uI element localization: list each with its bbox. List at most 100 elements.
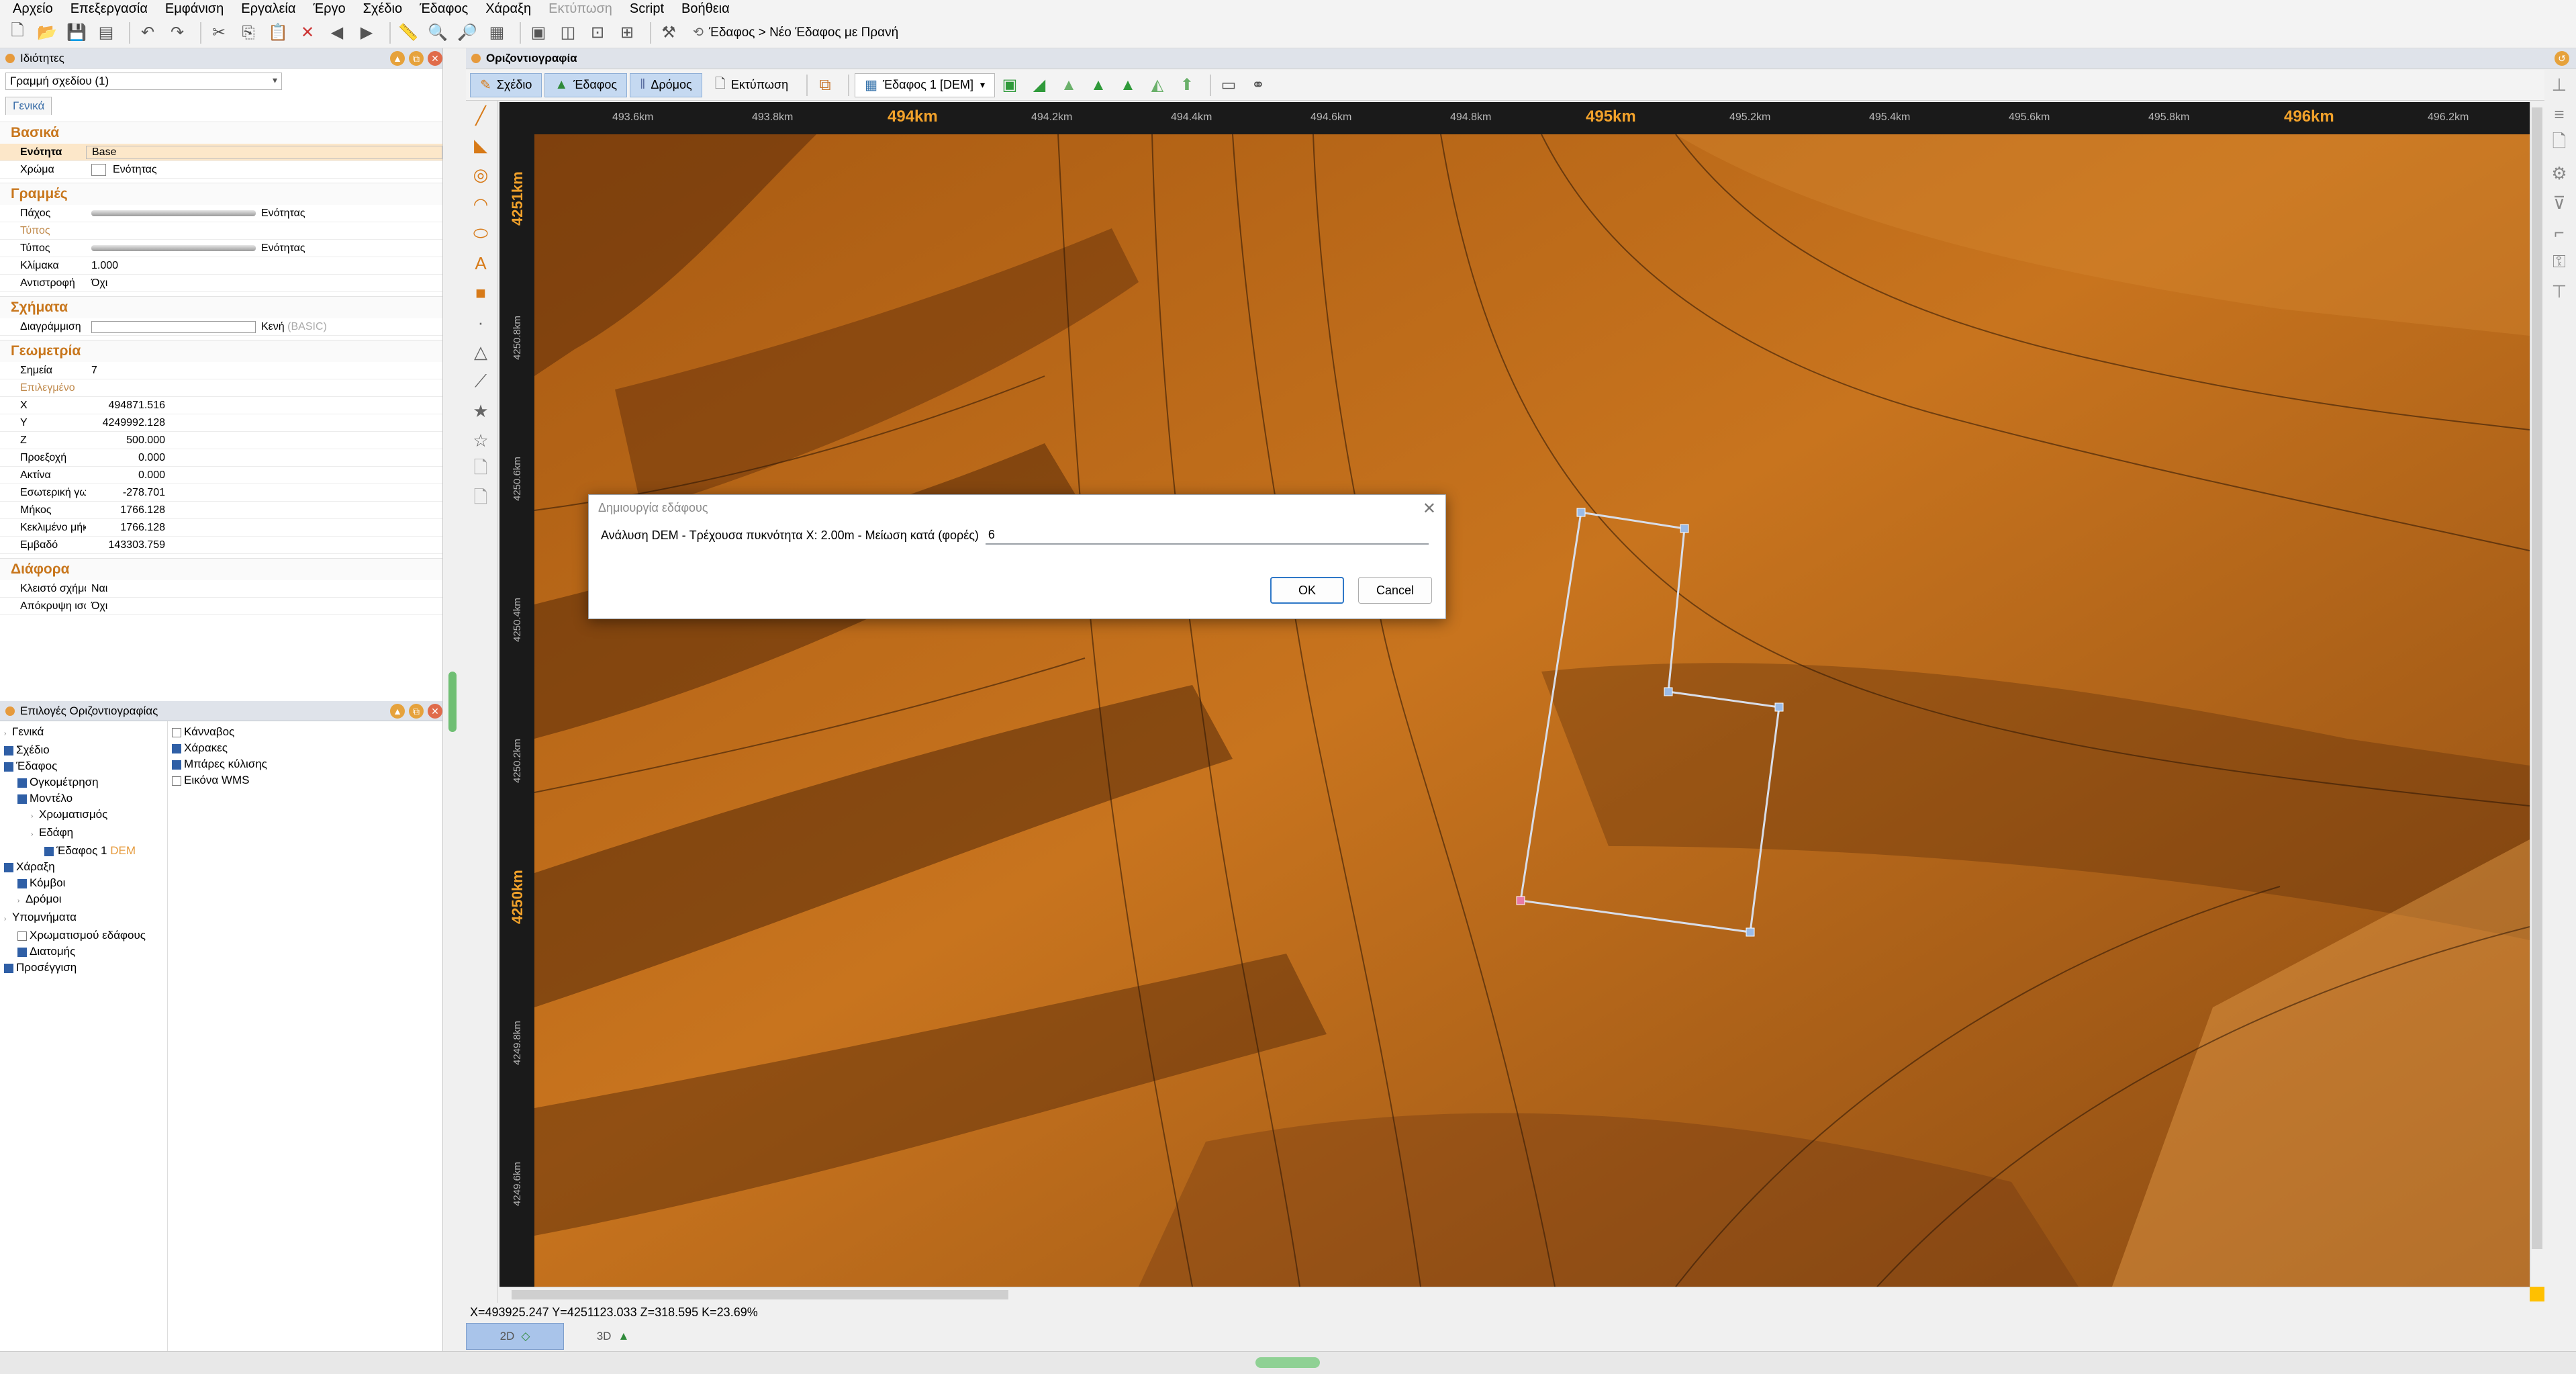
expand-arrow-icon[interactable]: › bbox=[17, 893, 26, 909]
expand-icon[interactable]: ▲ bbox=[390, 50, 405, 66]
undo-icon[interactable]: ↶ bbox=[136, 21, 160, 45]
hook-icon[interactable]: ⌐ bbox=[2544, 218, 2574, 247]
section-basic[interactable]: Βασικά bbox=[0, 122, 442, 144]
menu-item[interactable]: Εργαλεία bbox=[232, 1, 304, 17]
tree-item[interactable]: › Υπομνήματα bbox=[0, 909, 167, 927]
layer-select[interactable]: Base bbox=[86, 145, 442, 159]
cut-icon[interactable]: ✂ bbox=[207, 21, 231, 45]
prop-row-type[interactable]: Τύπος Ενότητας bbox=[0, 240, 442, 257]
command-breadcrumb[interactable]: ⟲ Έδαφος > Νέο Έδαφος με Πρανή bbox=[693, 25, 898, 40]
terrain-peak-icon[interactable]: ▲ bbox=[1057, 73, 1081, 97]
tab-road[interactable]: ‖ Δρόμος bbox=[630, 73, 702, 97]
option-item[interactable]: Μπάρες κύλισης bbox=[168, 756, 267, 772]
profile-icon[interactable]: ⊡ bbox=[585, 21, 610, 45]
prop-row-y[interactable]: Y 4249992.128 bbox=[0, 414, 442, 432]
checkbox[interactable] bbox=[17, 931, 27, 941]
close-icon[interactable]: ✕ bbox=[1423, 499, 1436, 518]
checkbox[interactable] bbox=[4, 745, 13, 755]
prop-row-length[interactable]: Μήκος 1766.128 bbox=[0, 502, 442, 519]
object-selector[interactable]: Γραμμή σχεδίου (1) ▾ bbox=[5, 73, 282, 90]
prop-row-reverse[interactable]: Αντιστροφή Όχι bbox=[0, 275, 442, 292]
checkbox[interactable] bbox=[17, 778, 27, 788]
prop-row-layer[interactable]: Ενότητα Base bbox=[0, 144, 442, 161]
point-tool-icon[interactable]: · bbox=[466, 308, 495, 337]
filter-icon[interactable]: ⊽ bbox=[2544, 188, 2574, 218]
section-geometry[interactable]: Γεωμετρία bbox=[0, 340, 442, 362]
checkbox[interactable] bbox=[17, 878, 27, 888]
tree-item[interactable]: Σχέδιο bbox=[0, 742, 167, 758]
lock-icon[interactable]: ⚿ bbox=[2544, 247, 2574, 277]
forward-icon[interactable]: ▶ bbox=[354, 21, 379, 45]
star-outline-tool-icon[interactable]: ☆ bbox=[466, 426, 495, 455]
expand-arrow-icon[interactable]: › bbox=[31, 827, 39, 843]
tree-item[interactable]: Έδαφος bbox=[0, 758, 167, 774]
checkbox[interactable] bbox=[17, 947, 27, 957]
prop-value[interactable]: 500.000 bbox=[91, 434, 165, 447]
prop-row-x[interactable]: X 494871.516 bbox=[0, 397, 442, 414]
terrain-raise-icon[interactable]: ⬆ bbox=[1175, 73, 1199, 97]
prop-row-hide[interactable]: Απόκρυψη ισα Όχι bbox=[0, 598, 442, 615]
layers-icon[interactable]: ⧉ bbox=[813, 73, 837, 97]
list-icon[interactable]: ≡ bbox=[2544, 99, 2574, 129]
line-tool-icon[interactable]: ╱ bbox=[466, 101, 495, 130]
tree-item[interactable]: Μοντέλο bbox=[0, 790, 167, 807]
scroll-thumb[interactable] bbox=[2532, 107, 2542, 1249]
tree-item[interactable]: › Εδάφη bbox=[0, 825, 167, 843]
doc-icon[interactable]: 🗋 bbox=[2544, 129, 2574, 158]
rectangle-tool-icon[interactable]: ■ bbox=[466, 278, 495, 308]
terrain-edit-icon[interactable]: ◢ bbox=[1027, 73, 1051, 97]
menu-item[interactable]: Εμφάνιση bbox=[156, 1, 232, 17]
prop-value[interactable]: 0.000 bbox=[91, 469, 165, 482]
tab-print[interactable]: 🗋 Εκτύπωση bbox=[705, 73, 798, 97]
vertex-handle[interactable] bbox=[1664, 687, 1673, 696]
menu-item[interactable]: Script bbox=[621, 1, 673, 17]
tree-item[interactable]: Κόμβοι bbox=[0, 875, 167, 891]
expand-arrow-icon[interactable]: › bbox=[4, 911, 12, 927]
prop-row-thickness[interactable]: Πάχος Ενότητας bbox=[0, 205, 442, 222]
checkbox[interactable] bbox=[4, 762, 13, 772]
tree-item[interactable]: Χρωματισμού εδάφους bbox=[0, 927, 167, 944]
checkbox[interactable] bbox=[17, 794, 27, 804]
redo-icon[interactable]: ↷ bbox=[165, 21, 189, 45]
menu-item[interactable]: Εκτύπωση bbox=[540, 1, 621, 17]
tab-general[interactable]: Γενικά bbox=[5, 97, 52, 115]
vertex-handle-selected[interactable] bbox=[1516, 896, 1525, 905]
vertex-handle[interactable] bbox=[1774, 702, 1784, 712]
scroll-thumb[interactable] bbox=[512, 1290, 1008, 1299]
new-file-icon[interactable]: 🗋 bbox=[5, 21, 30, 45]
horizontal-scrollbar[interactable] bbox=[499, 1287, 2530, 1301]
expand-arrow-icon[interactable]: › bbox=[4, 726, 12, 742]
panel-icon[interactable]: ▣ bbox=[526, 21, 551, 45]
checkbox[interactable] bbox=[172, 760, 181, 770]
prop-value[interactable]: 494871.516 bbox=[91, 400, 165, 412]
tag-icon[interactable]: ⊤ bbox=[2544, 277, 2574, 306]
pin-icon[interactable]: ⊥ bbox=[2544, 70, 2574, 99]
section-shapes[interactable]: Σχήματα bbox=[0, 296, 442, 318]
map-canvas[interactable] bbox=[534, 134, 2530, 1287]
triangle-tool-icon[interactable]: △ bbox=[466, 337, 495, 367]
vertical-scrollbar[interactable] bbox=[2530, 102, 2544, 1287]
zoom-window-icon[interactable]: 🔎 bbox=[455, 21, 479, 45]
chart-icon[interactable]: ◫ bbox=[556, 21, 580, 45]
option-item[interactable]: Εικόνα WMS bbox=[168, 772, 267, 788]
menu-item[interactable]: Έργο bbox=[304, 1, 354, 17]
close-icon[interactable]: ✕ bbox=[428, 703, 442, 719]
tab-terrain[interactable]: ▲ Έδαφος bbox=[544, 73, 628, 97]
prop-row-z[interactable]: Z 500.000 bbox=[0, 432, 442, 449]
prop-row-interior-angle[interactable]: Εσωτερική γω -278.701 bbox=[0, 484, 442, 502]
checkbox[interactable] bbox=[172, 776, 181, 786]
prop-row-radius[interactable]: Ακτίνα 0.000 bbox=[0, 467, 442, 484]
close-icon[interactable]: ✕ bbox=[428, 50, 442, 66]
text-tool-icon[interactable]: A bbox=[466, 248, 495, 278]
terrain-big-icon[interactable]: ▲ bbox=[1116, 73, 1140, 97]
tree-item[interactable]: Διατομής bbox=[0, 944, 167, 960]
thickness-slider[interactable] bbox=[91, 210, 256, 216]
terrain-hillshade[interactable] bbox=[534, 134, 2530, 1287]
menu-item[interactable]: Επεξεργασία bbox=[62, 1, 156, 17]
option-item[interactable]: Χάρακες bbox=[168, 740, 267, 756]
menu-item[interactable]: Αρχείο bbox=[4, 1, 62, 17]
terrain-slope-icon[interactable]: ◭ bbox=[1145, 73, 1170, 97]
prop-value[interactable]: Ναι bbox=[86, 583, 442, 595]
binoculars-icon[interactable]: ⚭ bbox=[1246, 73, 1270, 97]
tree-item[interactable]: Χάραξη bbox=[0, 859, 167, 875]
